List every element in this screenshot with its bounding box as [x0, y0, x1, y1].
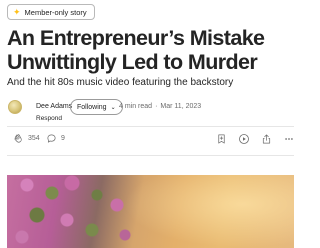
article-title: An Entrepreneur’s Mistake Unwittingly Le… — [7, 26, 265, 74]
engagement-bar: 354 9 — [7, 131, 294, 151]
bougainvillea-foliage — [7, 175, 137, 248]
comment-count: 9 — [61, 135, 65, 142]
clap-count: 354 — [28, 135, 40, 142]
following-label: Following — [77, 103, 107, 111]
article-subtitle: And the hit 80s music video featuring th… — [7, 77, 234, 88]
divider-top — [7, 126, 294, 127]
respond-link[interactable]: Respond — [36, 115, 62, 122]
play-icon — [238, 133, 250, 145]
star-icon: ✦ — [13, 6, 21, 17]
comment-icon — [46, 133, 57, 144]
publish-date: Mar 11, 2023 — [160, 103, 202, 110]
divider-bottom — [7, 155, 294, 156]
author-bar: Dee Adams Following ⌄ Respond 4 min read… — [7, 98, 297, 128]
hero-light-glow — [124, 175, 294, 248]
member-only-label: Member-only story — [24, 7, 87, 17]
clap-button[interactable]: 354 — [13, 133, 40, 144]
following-button[interactable]: Following ⌄ — [70, 99, 123, 115]
listen-button[interactable] — [238, 133, 250, 145]
author-avatar[interactable] — [8, 100, 22, 114]
article-meta: 4 min read · Mar 11, 2023 — [119, 103, 201, 110]
meta-separator: · — [155, 103, 158, 110]
author-name[interactable]: Dee Adams — [36, 103, 72, 110]
member-only-badge: ✦ Member-only story — [7, 4, 95, 20]
chevron-down-icon: ⌄ — [110, 104, 116, 111]
share-icon — [261, 133, 272, 145]
read-time: 4 min read — [119, 103, 153, 110]
save-button[interactable] — [216, 133, 227, 145]
article-hero-image — [7, 175, 294, 248]
more-icon — [284, 133, 294, 145]
bookmark-add-icon — [216, 133, 227, 145]
comment-button[interactable]: 9 — [46, 133, 65, 144]
more-button[interactable] — [284, 133, 294, 145]
clap-icon — [13, 133, 24, 144]
article-page: ✦ Member-only story An Entrepreneur’s Mi… — [0, 0, 300, 248]
share-button[interactable] — [261, 133, 272, 145]
